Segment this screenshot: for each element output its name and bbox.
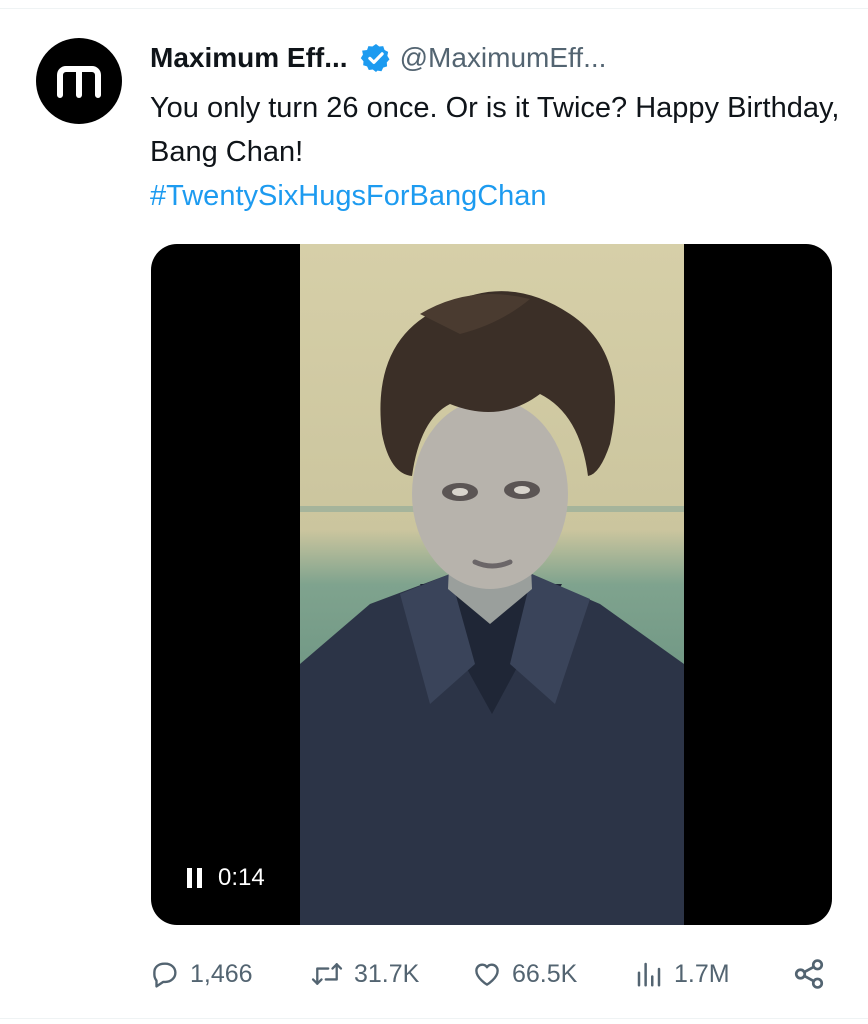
- reply-count: 1,466: [190, 959, 253, 988]
- share-button[interactable]: [792, 952, 826, 996]
- video-timestamp: 0:14: [218, 864, 265, 891]
- display-name[interactable]: Maximum Eff...: [150, 40, 348, 76]
- bottom-divider: [0, 1018, 868, 1019]
- repost-count: 31.7K: [354, 959, 420, 988]
- video-thumbnail: [300, 291, 684, 925]
- video-frame: [300, 244, 684, 925]
- brand-logo-icon: [57, 66, 101, 98]
- like-button[interactable]: 66.5K: [472, 952, 577, 996]
- user-handle[interactable]: @MaximumEff...: [400, 40, 607, 76]
- views-icon: [637, 962, 661, 987]
- reply-icon: [153, 962, 177, 988]
- repost-icon: [311, 963, 343, 985]
- verified-badge-icon: [360, 44, 390, 72]
- tweet-header: Maximum Eff... @MaximumEff...: [150, 40, 606, 76]
- top-divider: [0, 8, 868, 9]
- share-icon: [794, 959, 824, 989]
- views-button[interactable]: 1.7M: [634, 952, 730, 996]
- reply-button[interactable]: 1,466: [150, 952, 253, 996]
- pause-icon[interactable]: [187, 868, 202, 888]
- avatar[interactable]: [36, 38, 122, 124]
- tweet-body: You only turn 26 once. Or is it Twice? H…: [150, 86, 840, 218]
- like-count: 66.5K: [512, 959, 578, 988]
- video-controls: 0:14: [187, 864, 265, 892]
- like-icon: [475, 963, 499, 986]
- repost-button[interactable]: 31.7K: [310, 952, 419, 996]
- view-count: 1.7M: [674, 959, 730, 988]
- tweet-actions: 1,466 31.7K 66.5K 1.7M: [150, 952, 840, 996]
- video-player[interactable]: 0:14: [151, 244, 832, 925]
- hashtag-link[interactable]: #TwentySixHugsForBangChan: [150, 174, 840, 218]
- tweet-text: You only turn 26 once. Or is it Twice? H…: [150, 92, 840, 168]
